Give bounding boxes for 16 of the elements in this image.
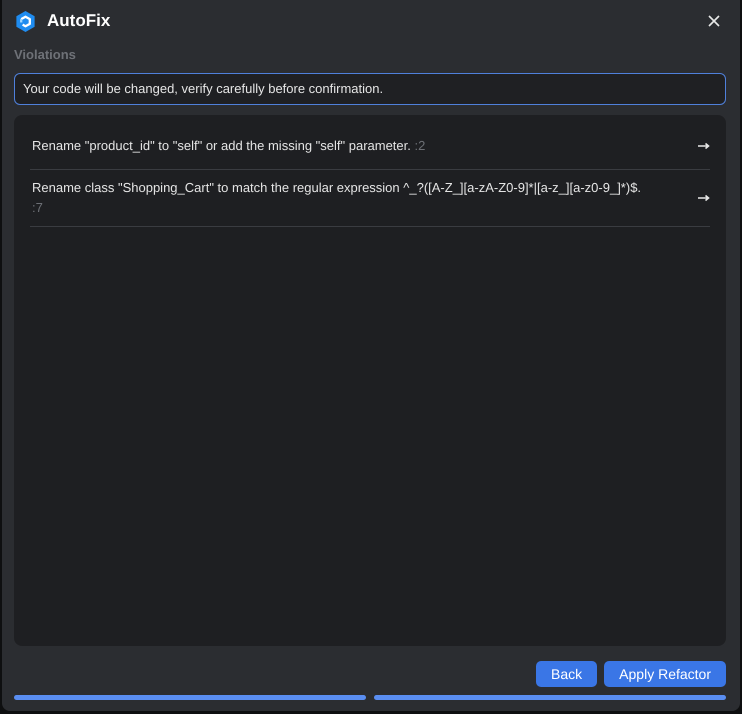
violation-message: Rename "product_id" to "self" or add the missing "self" parameter. [32, 138, 411, 152]
warning-message: Your code will be changed, verify carefully before confirmation. [23, 80, 384, 98]
scroll-bar[interactable] [374, 695, 726, 700]
line-number: :7 [32, 200, 43, 215]
scroll-bar[interactable] [14, 695, 366, 700]
line-number: :2 [414, 138, 426, 152]
close-icon [708, 15, 720, 27]
back-button[interactable]: Back [536, 661, 598, 687]
logo-icon [14, 10, 37, 32]
window-title: AutoFix [47, 10, 110, 32]
apply-refactor-button[interactable]: Apply Refactor [604, 661, 726, 687]
section-label: Violations [14, 46, 76, 64]
arrow-right-icon[interactable] [698, 194, 710, 202]
violation-message: Rename class "Shopping_Cart" to match the regular expression ^_?([A-Z_][a-zA-Z0-9]*|[a-z_][a-z0-9_]*)$. [32, 180, 642, 195]
arrow-right-icon[interactable] [698, 142, 710, 150]
close-button[interactable] [706, 13, 722, 29]
